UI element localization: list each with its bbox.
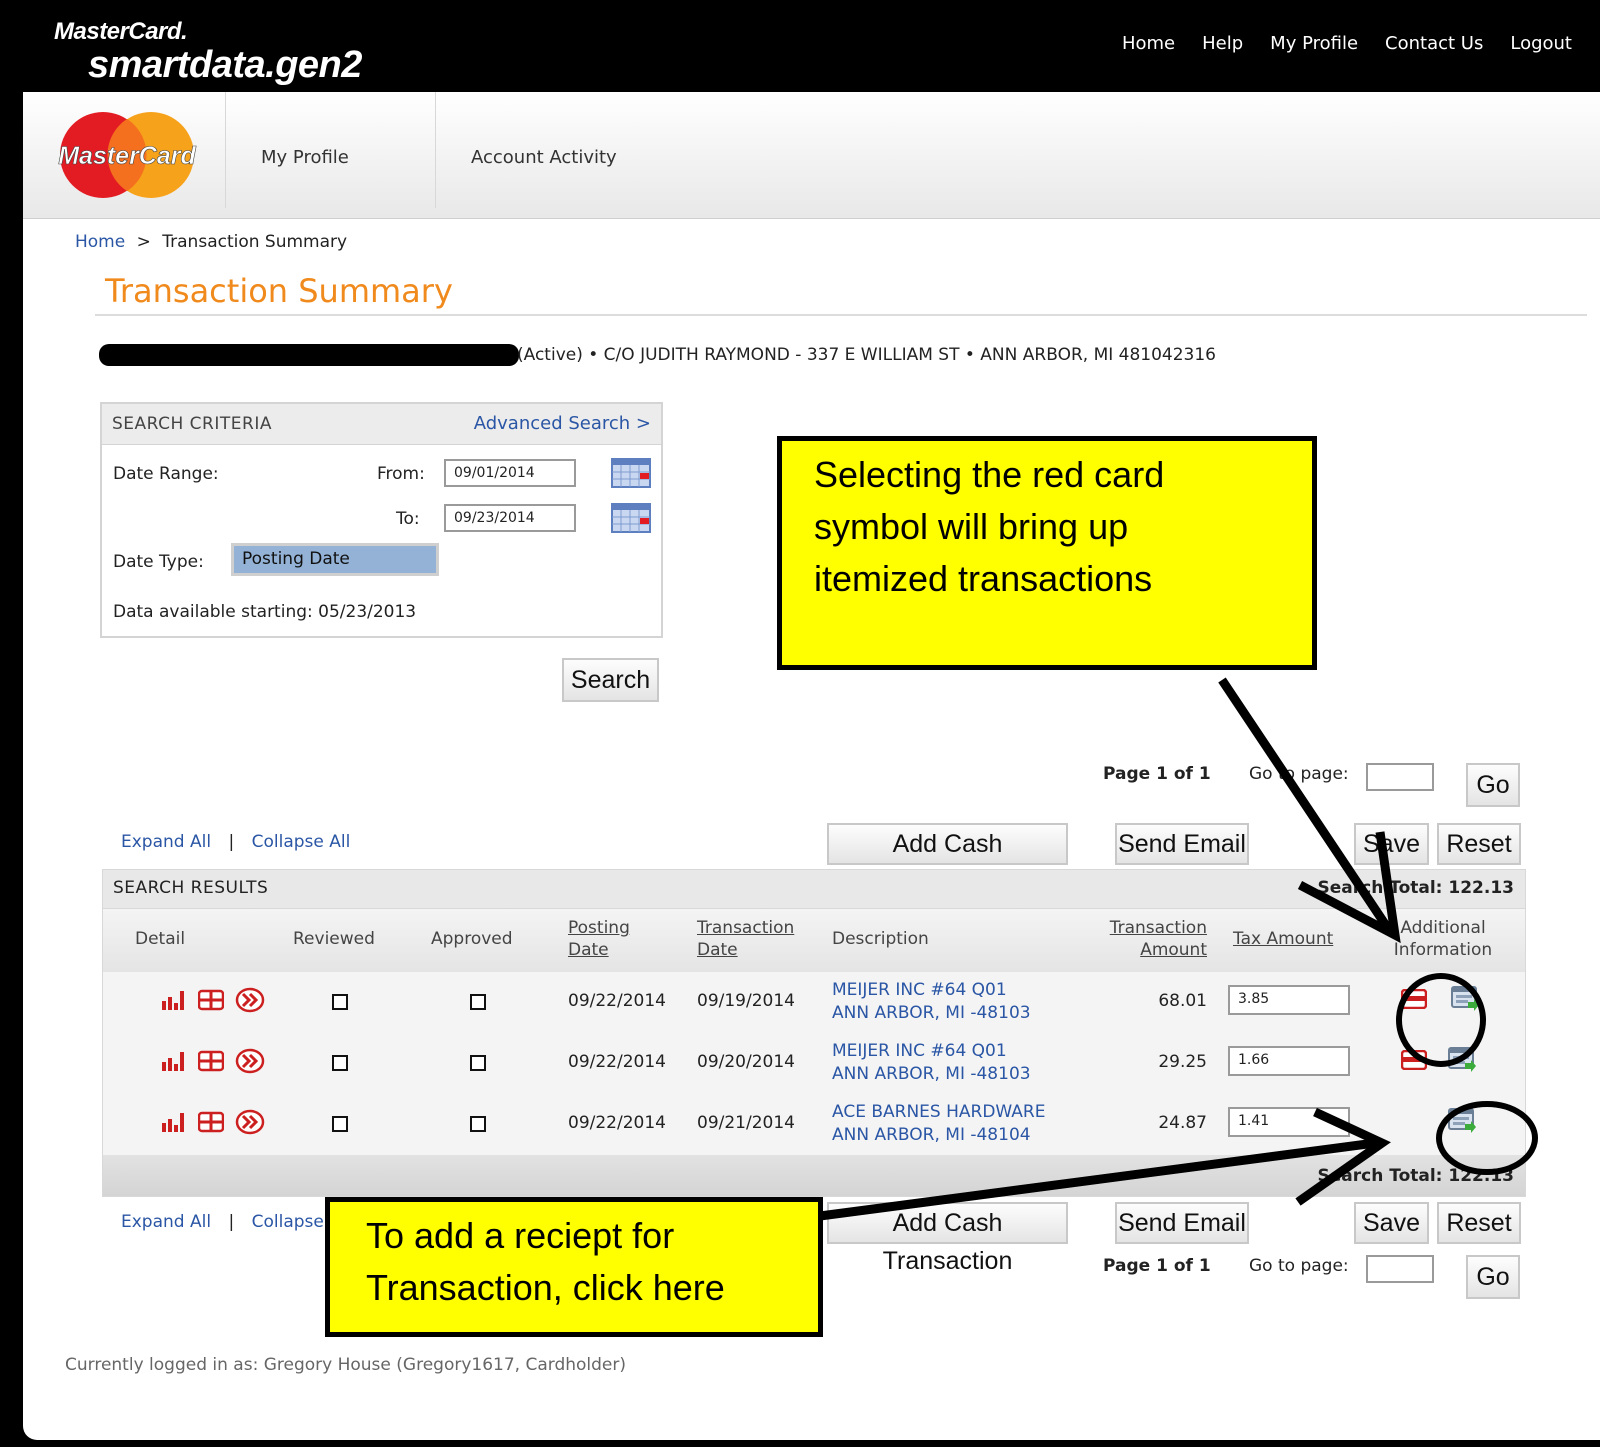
callout-line: symbol will bring up xyxy=(814,506,1129,547)
callout-arrowhead xyxy=(1295,1107,1391,1206)
callout-line: To add a reciept for xyxy=(366,1215,675,1256)
callout-line: itemized transactions xyxy=(814,558,1153,599)
callout-add-receipt-info: To add a reciept for Transaction, click … xyxy=(325,1197,823,1337)
highlight-circle-receipt xyxy=(1436,1101,1538,1175)
highlight-circle-red-card xyxy=(1396,973,1486,1067)
callout-red-card-info: Selecting the red card symbol will bring… xyxy=(777,436,1317,670)
callout-line: Transaction, click here xyxy=(366,1267,725,1308)
callout-arrow-line xyxy=(819,1138,1376,1221)
callout-line: Selecting the red card xyxy=(814,454,1165,495)
